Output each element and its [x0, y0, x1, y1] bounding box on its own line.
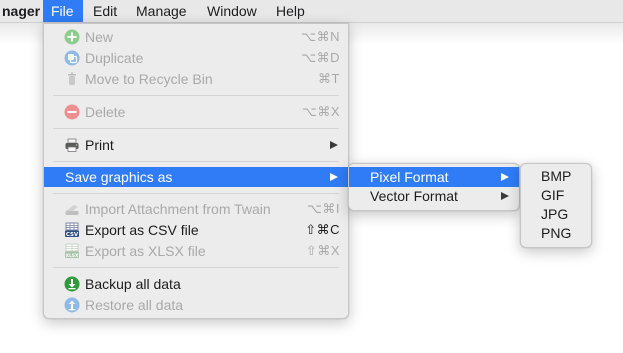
submenu-arrow-icon — [330, 141, 338, 149]
svg-text:CSV: CSV — [66, 232, 79, 238]
printer-icon — [64, 137, 80, 153]
file-menu: New ⌥⌘N Duplicate ⌥⌘D Move to Recycle Bi… — [43, 23, 349, 319]
save-graphics-submenu: Pixel Format Vector Format — [348, 163, 520, 211]
menu-item-restore-label: Restore all data — [85, 297, 184, 313]
trash-icon — [64, 71, 80, 87]
menu-item-export-csv-shortcut: ⇧⌘C — [305, 222, 340, 237]
menu-item-import-twain[interactable]: Import Attachment from Twain ⌥⌘I — [44, 199, 348, 219]
upload-icon — [64, 297, 80, 313]
menu-item-delete[interactable]: Delete ⌥⌘X — [44, 102, 348, 122]
menu-item-export-xlsx[interactable]: XLSX Export as XLSX file ⇧⌘X — [44, 241, 348, 261]
menubar-edit-label: Edit — [93, 3, 118, 19]
menu-item-duplicate-shortcut: ⌥⌘D — [301, 50, 340, 65]
menubar-help[interactable]: Help — [268, 0, 313, 22]
menubar-file-label: File — [51, 3, 74, 19]
submenu-arrow-icon — [501, 173, 509, 181]
submenu-item-pixel-format-label: Pixel Format — [370, 169, 449, 185]
menu-separator — [53, 193, 339, 194]
menu-item-import-twain-label: Import Attachment from Twain — [85, 201, 271, 217]
menubar-manage-label: Manage — [136, 3, 187, 19]
download-icon — [64, 276, 80, 292]
menu-item-delete-shortcut: ⌥⌘X — [301, 104, 340, 119]
menu-item-import-twain-shortcut: ⌥⌘I — [306, 201, 340, 216]
menu-item-export-xlsx-label: Export as XLSX file — [85, 243, 206, 259]
menubar-file[interactable]: File — [43, 0, 83, 22]
menu-item-print-label: Print — [85, 137, 114, 153]
menu-item-duplicate-label: Duplicate — [85, 50, 144, 66]
menu-item-export-csv-label: Export as CSV file — [85, 222, 199, 238]
submenu-item-gif[interactable]: GIF — [521, 185, 591, 205]
pixel-format-submenu: BMP GIF JPG PNG — [520, 163, 592, 248]
submenu-item-pixel-format[interactable]: Pixel Format — [349, 167, 519, 187]
menu-separator — [53, 128, 339, 129]
menu-separator — [53, 267, 339, 268]
submenu-item-vector-format-label: Vector Format — [370, 188, 458, 204]
menubar-help-label: Help — [276, 3, 305, 19]
submenu-item-bmp-label: BMP — [541, 168, 572, 184]
menu-item-recycle[interactable]: Move to Recycle Bin ⌘T — [44, 69, 348, 89]
menu-item-export-csv[interactable]: CSV Export as CSV file ⇧⌘C — [44, 220, 348, 240]
menu-item-print[interactable]: Print — [44, 135, 348, 155]
csv-icon: CSV — [64, 222, 80, 238]
duplicate-icon — [64, 50, 80, 66]
scanner-icon — [64, 201, 80, 217]
menu-item-recycle-shortcut: ⌘T — [318, 71, 340, 86]
menu-separator — [53, 95, 339, 96]
menubar-app-label: nager — [2, 3, 41, 19]
menubar-edit[interactable]: Edit — [85, 0, 125, 22]
svg-text:XLSX: XLSX — [65, 253, 79, 259]
menu-item-duplicate[interactable]: Duplicate ⌥⌘D — [44, 48, 348, 68]
submenu-arrow-icon — [330, 173, 338, 181]
menu-item-export-xlsx-shortcut: ⇧⌘X — [305, 243, 340, 258]
menu-item-recycle-label: Move to Recycle Bin — [85, 71, 213, 87]
menu-item-save-graphics-label: Save graphics as — [65, 169, 173, 185]
menubar-manage[interactable]: Manage — [128, 0, 195, 22]
menubar-app-name[interactable]: nager — [0, 0, 48, 22]
submenu-item-vector-format[interactable]: Vector Format — [349, 186, 519, 206]
menu-item-backup[interactable]: Backup all data — [44, 274, 348, 294]
menu-item-new-label: New — [85, 29, 114, 45]
minus-circle-icon — [64, 104, 80, 120]
plus-circle-icon — [64, 29, 80, 45]
xlsx-icon: XLSX — [64, 243, 80, 259]
menubar-window[interactable]: Window — [199, 0, 265, 22]
menu-item-delete-label: Delete — [85, 104, 126, 120]
submenu-item-png-label: PNG — [541, 225, 572, 241]
submenu-item-jpg[interactable]: JPG — [521, 204, 591, 224]
menu-item-new[interactable]: New ⌥⌘N — [44, 27, 348, 47]
submenu-item-jpg-label: JPG — [541, 206, 569, 222]
menu-bar: nager File Edit Manage Window Help — [0, 0, 623, 23]
submenu-item-gif-label: GIF — [541, 187, 565, 203]
submenu-item-png[interactable]: PNG — [521, 223, 591, 243]
menu-item-backup-label: Backup all data — [85, 276, 181, 292]
menu-item-restore[interactable]: Restore all data — [44, 295, 348, 315]
menu-item-new-shortcut: ⌥⌘N — [301, 29, 340, 44]
submenu-item-bmp[interactable]: BMP — [521, 166, 591, 186]
menu-item-save-graphics[interactable]: Save graphics as — [44, 167, 348, 187]
menu-separator — [53, 161, 339, 162]
menubar-window-label: Window — [207, 3, 257, 19]
submenu-arrow-icon — [501, 192, 509, 200]
